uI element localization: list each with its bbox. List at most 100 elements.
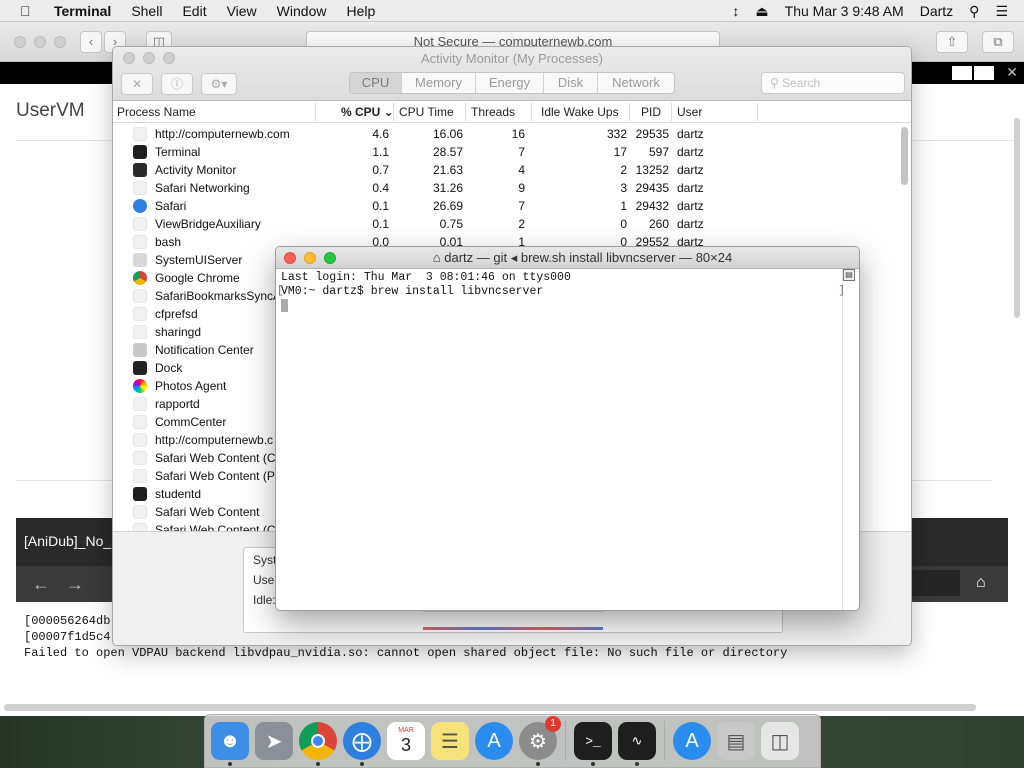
col-threads[interactable]: Threads bbox=[471, 105, 515, 119]
tab-network[interactable]: Network bbox=[598, 73, 674, 93]
user-value: dartz bbox=[677, 217, 704, 231]
table-row[interactable]: Activity Monitor 0.7 21.63 4 2 13252 dartz bbox=[113, 161, 897, 179]
running-indicator bbox=[591, 762, 595, 766]
am-tabs: CPU Memory Energy Disk Network bbox=[349, 72, 675, 94]
terminal-title: ⌂ dartz — git ◂ brew.sh install libvncse… bbox=[276, 250, 859, 266]
col-pid[interactable]: PID bbox=[641, 105, 661, 119]
search-input[interactable]: ⚲ Search bbox=[761, 72, 905, 94]
stop-process-icon[interactable]: ✕ bbox=[121, 73, 153, 95]
bracket-right: ] bbox=[838, 285, 845, 297]
menu-bar:  Terminal Shell Edit View Window Help ↕… bbox=[0, 0, 1024, 22]
calendar-day: 3 bbox=[400, 735, 411, 755]
menu-edit[interactable]: Edit bbox=[182, 3, 206, 19]
vm-back-icon[interactable]: ← bbox=[32, 574, 50, 595]
dock-launchpad-icon[interactable]: ➤ bbox=[255, 722, 293, 760]
table-row[interactable]: Safari 0.1 26.69 7 1 29432 dartz bbox=[113, 197, 897, 215]
process-name: Terminal bbox=[155, 145, 201, 159]
site-title[interactable]: UserVM bbox=[16, 100, 85, 122]
menu-help[interactable]: Help bbox=[346, 3, 375, 19]
notification-icon bbox=[133, 343, 147, 357]
col-user[interactable]: User bbox=[677, 105, 702, 119]
split-pane-icon[interactable]: ▤ bbox=[843, 269, 855, 281]
dock-safari-icon[interactable]: ⨁ bbox=[343, 722, 381, 766]
log-line: Failed to open VDPAU backend libvdpau_nv… bbox=[24, 646, 788, 660]
col-idle-wake-ups[interactable]: Idle Wake Ups bbox=[541, 105, 619, 119]
menu-view[interactable]: View bbox=[227, 3, 257, 19]
home-icon[interactable]: ⌂ bbox=[976, 574, 986, 592]
col-process-name[interactable]: Process Name bbox=[117, 105, 196, 119]
dock-activity-monitor-icon[interactable]: ∿ bbox=[618, 722, 656, 766]
transfer-icon[interactable]: ↕ bbox=[732, 3, 739, 19]
table-row[interactable]: http://computernewb.com 4.6 16.06 16 332 2953… bbox=[113, 125, 897, 143]
vm-title: [AniDub]_No_ bbox=[24, 533, 112, 549]
dock-finder-icon[interactable]: ☻ bbox=[211, 722, 249, 766]
terminal-icon bbox=[133, 145, 147, 159]
back-button[interactable]: ‹ bbox=[80, 31, 102, 53]
pid-value: 29435 bbox=[635, 181, 669, 195]
table-row[interactable]: ViewBridgeAuxiliary 0.1 0.75 2 0 260 dartz bbox=[113, 215, 897, 233]
scrollbar-vertical[interactable] bbox=[1014, 118, 1020, 318]
tab-disk[interactable]: Disk bbox=[544, 73, 598, 93]
share-icon[interactable]: ⇧ bbox=[936, 31, 968, 53]
monitor-icon bbox=[133, 163, 147, 177]
blank-icon bbox=[133, 127, 147, 141]
menu-user[interactable]: Dartz bbox=[920, 3, 953, 19]
close-icon[interactable]: ✕ bbox=[1006, 64, 1018, 81]
bracket-left: [ bbox=[277, 285, 284, 297]
menu-app-name[interactable]: Terminal bbox=[54, 3, 111, 19]
cpu-value: 0.1 bbox=[372, 199, 389, 213]
eject-icon[interactable]: ⏏ bbox=[755, 3, 768, 20]
am-table-header: Process Name % CPU ⌄ CPU Time Threads Id… bbox=[113, 101, 911, 123]
process-name: ViewBridgeAuxiliary bbox=[155, 217, 261, 231]
dock-calendar-icon[interactable]: MAR 3 bbox=[387, 722, 425, 760]
cpu-load-line bbox=[423, 627, 603, 630]
col-cpu-time[interactable]: CPU Time bbox=[399, 105, 454, 119]
dock-chrome-icon[interactable] bbox=[299, 722, 337, 766]
idle-label: Idle: bbox=[253, 593, 276, 607]
pid-value: 29535 bbox=[635, 127, 669, 141]
menu-shell[interactable]: Shell bbox=[131, 3, 162, 19]
apple-menu-icon[interactable]:  bbox=[20, 3, 40, 19]
dock-installer-icon[interactable]: ▤ bbox=[717, 722, 755, 760]
tab-energy[interactable]: Energy bbox=[476, 73, 544, 93]
terminal-cursor bbox=[281, 299, 288, 312]
table-row[interactable]: Safari Networking 0.4 31.26 9 3 29435 dartz bbox=[113, 179, 897, 197]
process-name: Safari Web Content bbox=[155, 505, 260, 519]
threads-value: 7 bbox=[518, 199, 525, 213]
terminal-window[interactable]: ⌂ dartz — git ◂ brew.sh install libvncse… bbox=[275, 246, 860, 611]
system-icon bbox=[133, 253, 147, 267]
close-button[interactable] bbox=[14, 36, 26, 48]
info-icon[interactable]: ⓘ bbox=[161, 73, 193, 95]
menu-window[interactable]: Window bbox=[277, 3, 327, 19]
process-name: Safari Web Content (Ca bbox=[155, 451, 283, 465]
tab-cpu[interactable]: CPU bbox=[350, 73, 402, 93]
process-name: http://computernewb.c bbox=[155, 433, 274, 447]
table-row[interactable]: Terminal 1.1 28.57 7 17 597 dartz bbox=[113, 143, 897, 161]
dock-icon bbox=[133, 361, 147, 375]
notification-list-icon[interactable]: ☰ bbox=[995, 3, 1008, 20]
chrome-icon bbox=[133, 271, 147, 285]
tabs-icon[interactable]: ⧉ bbox=[982, 31, 1014, 53]
cpu-time-value: 16.06 bbox=[432, 127, 463, 141]
vm-forward-icon[interactable]: → bbox=[66, 574, 84, 595]
dock-app-store-icon[interactable]: A bbox=[475, 722, 513, 760]
dock-terminal-icon[interactable]: >_ bbox=[574, 722, 612, 766]
col-cpu[interactable]: % CPU ⌄ bbox=[341, 105, 394, 119]
terminal-output[interactable]: Last login: Thu Mar 3 08:01:46 on ttys00… bbox=[281, 271, 571, 299]
zoom-button[interactable] bbox=[54, 36, 66, 48]
scrollbar-horizontal[interactable] bbox=[4, 704, 976, 711]
dock-app-store-downloads-icon[interactable]: A bbox=[673, 722, 711, 760]
menu-clock[interactable]: Thu Mar 3 9:48 AM bbox=[785, 3, 904, 19]
blank-icon bbox=[133, 235, 147, 249]
gear-icon[interactable]: ⚙▾ bbox=[201, 73, 237, 95]
cpu-time-value: 21.63 bbox=[432, 163, 463, 177]
dock-system-preferences-icon[interactable]: ⚙ 1 bbox=[519, 716, 561, 766]
minimize-button[interactable] bbox=[34, 36, 46, 48]
spotlight-search-icon[interactable]: ⚲ bbox=[969, 3, 979, 20]
tab-memory[interactable]: Memory bbox=[402, 73, 476, 93]
am-scrollbar[interactable] bbox=[901, 127, 908, 185]
notification-badge: 1 bbox=[545, 716, 561, 732]
user-value: dartz bbox=[677, 199, 704, 213]
dock-trash-icon[interactable]: ◫ bbox=[761, 722, 799, 760]
dock-notes-icon[interactable]: ☰ bbox=[431, 722, 469, 760]
